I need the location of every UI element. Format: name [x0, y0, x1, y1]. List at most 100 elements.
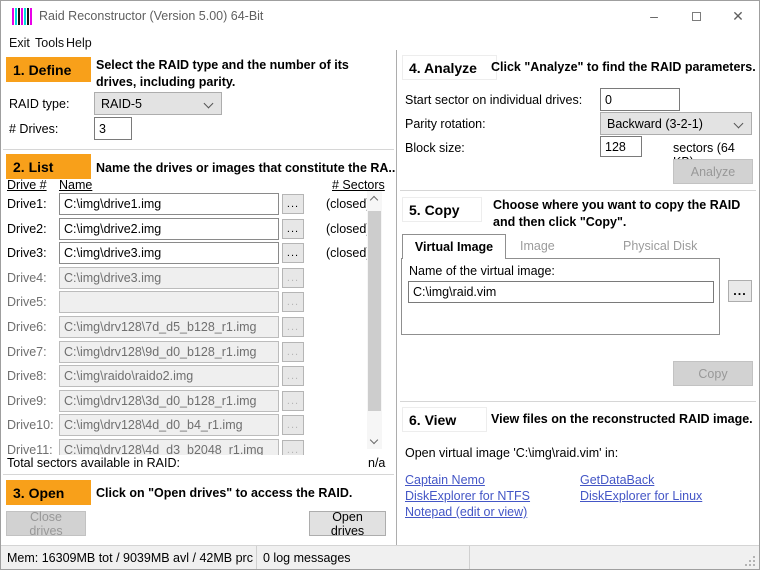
tab-physical-disk[interactable]: Physical Disk: [623, 239, 697, 253]
section-open-header: 3. Open: [6, 480, 91, 505]
section-view-header: 6. View: [402, 407, 487, 432]
tab-virtual-image[interactable]: Virtual Image: [402, 234, 506, 259]
drive-path-input[interactable]: C:\img\drv128\4d_d3_b2048_r1.img: [59, 439, 279, 455]
maximize-button[interactable]: [675, 1, 717, 31]
menu-help[interactable]: Help: [62, 34, 96, 52]
divider: [400, 401, 756, 402]
drive-rows: Drive1: C:\img\drive1.img ... (closed) D…: [1, 189, 394, 455]
parity-rotation-select[interactable]: Backward (3-2-1): [600, 112, 752, 135]
drive-label: Drive9:: [7, 394, 47, 408]
link-notepad[interactable]: Notepad (edit or view): [405, 505, 527, 519]
browse-button[interactable]: ...: [282, 268, 304, 288]
drive-list-scrollbar[interactable]: [367, 191, 382, 449]
drive-row: Drive7: C:\img\drv128\9d_d0_b128_r1.img …: [1, 341, 394, 364]
list-description: Name the drives or images that constitut…: [96, 160, 396, 177]
divider: [400, 190, 756, 191]
app-logo-icon: [12, 8, 32, 25]
menu-bar: Exit Tools Help: [1, 32, 759, 54]
drive-label: Drive5:: [7, 295, 47, 309]
block-size-input[interactable]: 128: [600, 136, 642, 157]
drive-path-input[interactable]: C:\img\drive2.img: [59, 218, 279, 240]
browse-button[interactable]: ...: [282, 292, 304, 312]
divider: [3, 474, 394, 475]
browse-button[interactable]: ...: [282, 194, 304, 214]
drive-path-input[interactable]: C:\img\drive3.img: [59, 267, 279, 289]
drive-row: Drive4: C:\img\drive3.img ...: [1, 267, 394, 290]
drive-row: Drive1: C:\img\drive1.img ... (closed): [1, 193, 394, 216]
drive-status: (closed): [326, 197, 370, 211]
link-captain-nemo[interactable]: Captain Nemo: [405, 473, 485, 487]
drive-row: Drive5: ...: [1, 291, 394, 314]
scroll-up-icon[interactable]: [370, 196, 378, 204]
drive-row: Drive10: C:\img\drv128\4d_d0_b4_r1.img .…: [1, 414, 394, 437]
total-sectors-label: Total sectors available in RAID:: [7, 456, 180, 470]
drive-path-input[interactable]: C:\img\drive1.img: [59, 193, 279, 215]
total-sectors-value: n/a: [368, 456, 385, 470]
status-log-messages: 0 log messages: [257, 546, 470, 570]
browse-button[interactable]: ...: [282, 219, 304, 239]
drive-row: Drive8: C:\img\raido\raido2.img ...: [1, 365, 394, 388]
drive-row: Drive9: C:\img\drv128\3d_d0_b128_r1.img …: [1, 390, 394, 413]
copy-button[interactable]: Copy: [673, 361, 753, 386]
drive-path-input[interactable]: C:\img\drv128\3d_d0_b128_r1.img: [59, 390, 279, 412]
close-button[interactable]: ✕: [717, 1, 759, 31]
chevron-down-icon: [734, 119, 744, 129]
browse-button[interactable]: ...: [282, 415, 304, 435]
start-sector-input[interactable]: 0: [600, 88, 680, 111]
section-define-header: 1. Define: [6, 57, 91, 82]
drive-label: Drive10:: [7, 418, 54, 432]
browse-button[interactable]: ...: [282, 243, 304, 263]
analyze-button[interactable]: Analyze: [673, 159, 753, 184]
start-sector-label: Start sector on individual drives:: [405, 93, 582, 107]
drive-path-input[interactable]: C:\img\drive3.img: [59, 242, 279, 264]
drive-row: Drive11: C:\img\drv128\4d_d3_b2048_r1.im…: [1, 439, 394, 455]
close-drives-button[interactable]: Close drives: [6, 511, 86, 536]
drive-path-input[interactable]: C:\img\drv128\4d_d0_b4_r1.img: [59, 414, 279, 436]
window-title: Raid Reconstructor (Version 5.00) 64-Bit: [39, 9, 263, 23]
virtual-image-tab-panel: Name of the virtual image: C:\img\raid.v…: [401, 258, 720, 335]
tab-image[interactable]: Image: [520, 239, 555, 253]
drive-path-input[interactable]: C:\img\raido\raido2.img: [59, 365, 279, 387]
raid-type-value: RAID-5: [101, 97, 142, 111]
maximize-icon: [692, 12, 701, 21]
analyze-description: Click "Analyze" to find the RAID paramet…: [491, 59, 759, 76]
virtual-image-name-label: Name of the virtual image:: [409, 264, 555, 278]
browse-button[interactable]: ...: [282, 342, 304, 362]
define-description: Select the RAID type and the number of i…: [96, 57, 376, 91]
section-copy-header: 5. Copy: [402, 197, 482, 222]
link-diskexplorer-linux[interactable]: DiskExplorer for Linux: [580, 489, 702, 503]
drive-label: Drive8:: [7, 369, 47, 383]
browse-button[interactable]: ...: [282, 366, 304, 386]
minimize-button[interactable]: –: [633, 1, 675, 31]
section-list-header: 2. List: [6, 154, 91, 179]
open-drives-button[interactable]: Open drives: [309, 511, 386, 536]
parity-rotation-value: Backward (3-2-1): [607, 117, 703, 131]
browse-button[interactable]: ...: [282, 391, 304, 411]
drive-path-input[interactable]: C:\img\drv128\7d_d5_b128_r1.img: [59, 316, 279, 338]
open-in-label: Open virtual image 'C:\img\raid.vim' in:: [405, 446, 618, 460]
virtual-image-browse-button[interactable]: ...: [728, 280, 752, 302]
scrollbar-thumb[interactable]: [368, 211, 381, 411]
open-description: Click on "Open drives" to access the RAI…: [96, 485, 396, 502]
divider: [3, 149, 394, 150]
link-getdataback[interactable]: GetDataBack: [580, 473, 654, 487]
drive-path-input[interactable]: C:\img\drv128\9d_d0_b128_r1.img: [59, 341, 279, 363]
status-bar: Mem: 16309MB tot / 9039MB avl / 42MB prc…: [1, 545, 759, 570]
browse-button[interactable]: ...: [282, 317, 304, 337]
parity-rotation-label: Parity rotation:: [405, 117, 486, 131]
raid-type-label: RAID type:: [9, 97, 69, 111]
drive-label: Drive4:: [7, 271, 47, 285]
title-bar[interactable]: Raid Reconstructor (Version 5.00) 64-Bit…: [1, 1, 759, 32]
browse-button[interactable]: ...: [282, 440, 304, 455]
scroll-down-icon[interactable]: [370, 436, 378, 444]
drive-label: Drive11:: [7, 443, 53, 455]
view-description: View files on the reconstructed RAID ima…: [491, 411, 759, 428]
drive-path-input[interactable]: [59, 291, 279, 313]
link-diskexplorer-ntfs[interactable]: DiskExplorer for NTFS: [405, 489, 530, 503]
raid-type-select[interactable]: RAID-5: [94, 92, 222, 115]
resize-grip-icon[interactable]: [753, 564, 755, 566]
menu-exit[interactable]: Exit: [5, 34, 34, 52]
drive-row: Drive2: C:\img\drive2.img ... (closed): [1, 218, 394, 241]
num-drives-input[interactable]: 3: [94, 117, 132, 140]
virtual-image-name-input[interactable]: C:\img\raid.vim: [408, 281, 714, 303]
